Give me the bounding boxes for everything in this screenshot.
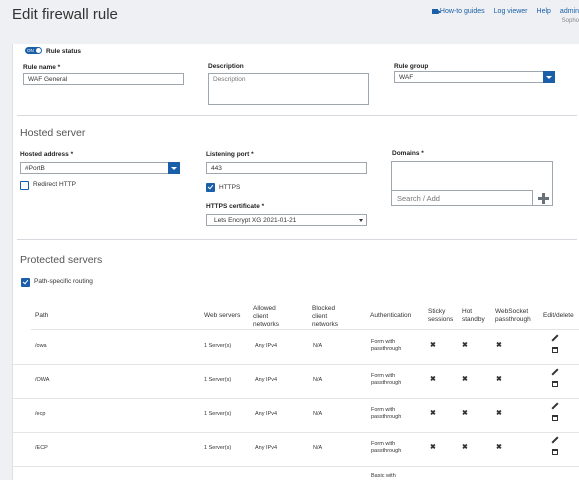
edit-pencil-icon[interactable] bbox=[551, 436, 559, 444]
edit-pencil-icon[interactable] bbox=[551, 334, 559, 342]
rule-group-label: Rule group bbox=[394, 63, 429, 70]
hosted-address-label: Hosted address * bbox=[20, 151, 74, 158]
ws-cross-icon: ✖ bbox=[496, 376, 502, 383]
table-row[interactable]: Basic with bbox=[13, 466, 579, 480]
table-row[interactable]: /ecp 1 Server(s) Any IPv4 N/A Form with … bbox=[13, 398, 579, 433]
https-checkbox[interactable] bbox=[206, 183, 215, 192]
sticky-cross-icon: ✖ bbox=[430, 410, 436, 417]
rule-status-label: Rule status bbox=[46, 48, 82, 55]
row-path: /ecp bbox=[35, 411, 46, 417]
col-web-servers: Web servers bbox=[204, 312, 241, 319]
table-row[interactable]: /owa 1 Server(s) Any IPv4 N/A Form with … bbox=[13, 330, 579, 365]
path-routing-label: Path-specific routing bbox=[34, 278, 93, 285]
chevron-down-icon[interactable] bbox=[168, 162, 180, 174]
how-to-guides-link[interactable]: How-to guides bbox=[431, 8, 485, 15]
row-path: /ECP bbox=[35, 445, 48, 451]
chevron-down-icon bbox=[359, 219, 363, 222]
row-servers: 1 Server(s) bbox=[204, 377, 232, 383]
delete-trash-icon[interactable] bbox=[552, 347, 558, 353]
edit-pencil-icon[interactable] bbox=[551, 368, 559, 376]
description-label: Description bbox=[208, 63, 244, 70]
hot-cross-icon: ✖ bbox=[462, 444, 468, 451]
row-allowed: Any IPv4 bbox=[255, 343, 278, 349]
https-certificate-select[interactable]: Lets Encrypt XG 2021-01-21 bbox=[206, 214, 367, 226]
edit-pencil-icon[interactable] bbox=[551, 402, 559, 410]
row-allowed: Any IPv4 bbox=[255, 377, 278, 383]
rule-name-label: Rule name * bbox=[23, 64, 61, 71]
delete-trash-icon[interactable] bbox=[552, 449, 558, 455]
col-edit-delete: Edit/delete bbox=[543, 312, 574, 319]
col-blocked-networks: Blocked client networks bbox=[312, 305, 339, 328]
delete-trash-icon[interactable] bbox=[552, 415, 558, 421]
row-blocked: N/A bbox=[313, 377, 323, 383]
col-websocket: WebSocket passthrough bbox=[495, 308, 531, 323]
hosted-address-select[interactable]: #PortB bbox=[20, 162, 180, 174]
sticky-cross-icon: ✖ bbox=[430, 444, 436, 451]
listening-port-label: Listening port * bbox=[206, 151, 254, 158]
row-auth: Form with passthrough bbox=[371, 373, 402, 386]
hot-cross-icon: ✖ bbox=[462, 342, 468, 349]
admin-menu[interactable]: admin bbox=[560, 8, 579, 15]
redirect-http-label: Redirect HTTP bbox=[33, 181, 76, 188]
row-servers: 1 Server(s) bbox=[204, 445, 232, 451]
row-path: /OWA bbox=[35, 377, 50, 383]
hot-cross-icon: ✖ bbox=[462, 410, 468, 417]
add-domain-icon[interactable] bbox=[537, 192, 550, 205]
toggle-knob bbox=[36, 48, 41, 53]
rule-name-input[interactable]: WAF General bbox=[23, 73, 184, 85]
sticky-cross-icon: ✖ bbox=[430, 342, 436, 349]
row-allowed: Any IPv4 bbox=[255, 411, 278, 417]
ws-cross-icon: ✖ bbox=[496, 444, 502, 451]
chevron-down-icon[interactable] bbox=[543, 71, 555, 83]
row-blocked: N/A bbox=[313, 343, 323, 349]
row-path: /owa bbox=[35, 343, 47, 349]
page-title: Edit firewall rule bbox=[12, 6, 118, 23]
org-name: Sopho bbox=[561, 18, 579, 24]
top-bar: Edit firewall rule How-to guides Log view… bbox=[0, 0, 579, 44]
row-servers: 1 Server(s) bbox=[204, 411, 232, 417]
divider bbox=[17, 239, 577, 240]
table-row[interactable]: /OWA 1 Server(s) Any IPv4 N/A Form with … bbox=[13, 364, 579, 399]
https-label: HTTPS bbox=[219, 184, 241, 191]
domains-box[interactable]: Search / Add bbox=[391, 161, 553, 206]
hosted-server-heading: Hosted server bbox=[20, 127, 86, 139]
table-row[interactable]: /ECP 1 Server(s) Any IPv4 N/A Form with … bbox=[13, 432, 579, 467]
row-blocked: N/A bbox=[313, 411, 323, 417]
path-routing-checkbox[interactable] bbox=[21, 278, 30, 287]
row-auth: Form with passthrough bbox=[371, 339, 402, 352]
delete-trash-icon[interactable] bbox=[552, 381, 558, 387]
row-blocked: N/A bbox=[313, 445, 323, 451]
https-certificate-label: HTTPS certificate * bbox=[206, 203, 265, 210]
domains-label: Domains * bbox=[392, 150, 424, 157]
listening-port-input[interactable]: 443 bbox=[206, 162, 367, 174]
video-camera-icon bbox=[431, 8, 441, 14]
ws-cross-icon: ✖ bbox=[496, 342, 502, 349]
protected-servers-heading: Protected servers bbox=[20, 254, 103, 266]
col-allowed-networks: Allowed client networks bbox=[253, 305, 280, 328]
rule-group-select[interactable]: WAF bbox=[394, 71, 555, 83]
row-auth: Form with passthrough bbox=[371, 441, 402, 454]
row-auth: Form with passthrough bbox=[371, 407, 402, 420]
row-allowed: Any IPv4 bbox=[255, 445, 278, 451]
rule-status-toggle[interactable]: ON bbox=[25, 47, 42, 54]
redirect-http-checkbox[interactable] bbox=[20, 181, 29, 190]
top-links: How-to guides Log viewer Help admin bbox=[423, 8, 579, 15]
help-link[interactable]: Help bbox=[537, 8, 551, 15]
row-servers: 1 Server(s) bbox=[204, 343, 232, 349]
hot-cross-icon: ✖ bbox=[462, 376, 468, 383]
col-sticky-sessions: Sticky sessions bbox=[428, 308, 454, 323]
col-authentication: Authentication bbox=[370, 312, 412, 319]
ws-cross-icon: ✖ bbox=[496, 410, 502, 417]
sticky-cross-icon: ✖ bbox=[430, 376, 436, 383]
col-path: Path bbox=[35, 312, 49, 319]
divider bbox=[17, 115, 577, 116]
description-textarea[interactable]: Description bbox=[208, 73, 369, 105]
col-hot-standby: Hot standby bbox=[462, 308, 485, 323]
domains-search-input[interactable]: Search / Add bbox=[391, 190, 533, 206]
log-viewer-link[interactable]: Log viewer bbox=[494, 8, 528, 15]
rule-form-panel: ON Rule status Rule name * WAF General D… bbox=[12, 44, 579, 480]
row-auth: Basic with bbox=[371, 473, 396, 479]
